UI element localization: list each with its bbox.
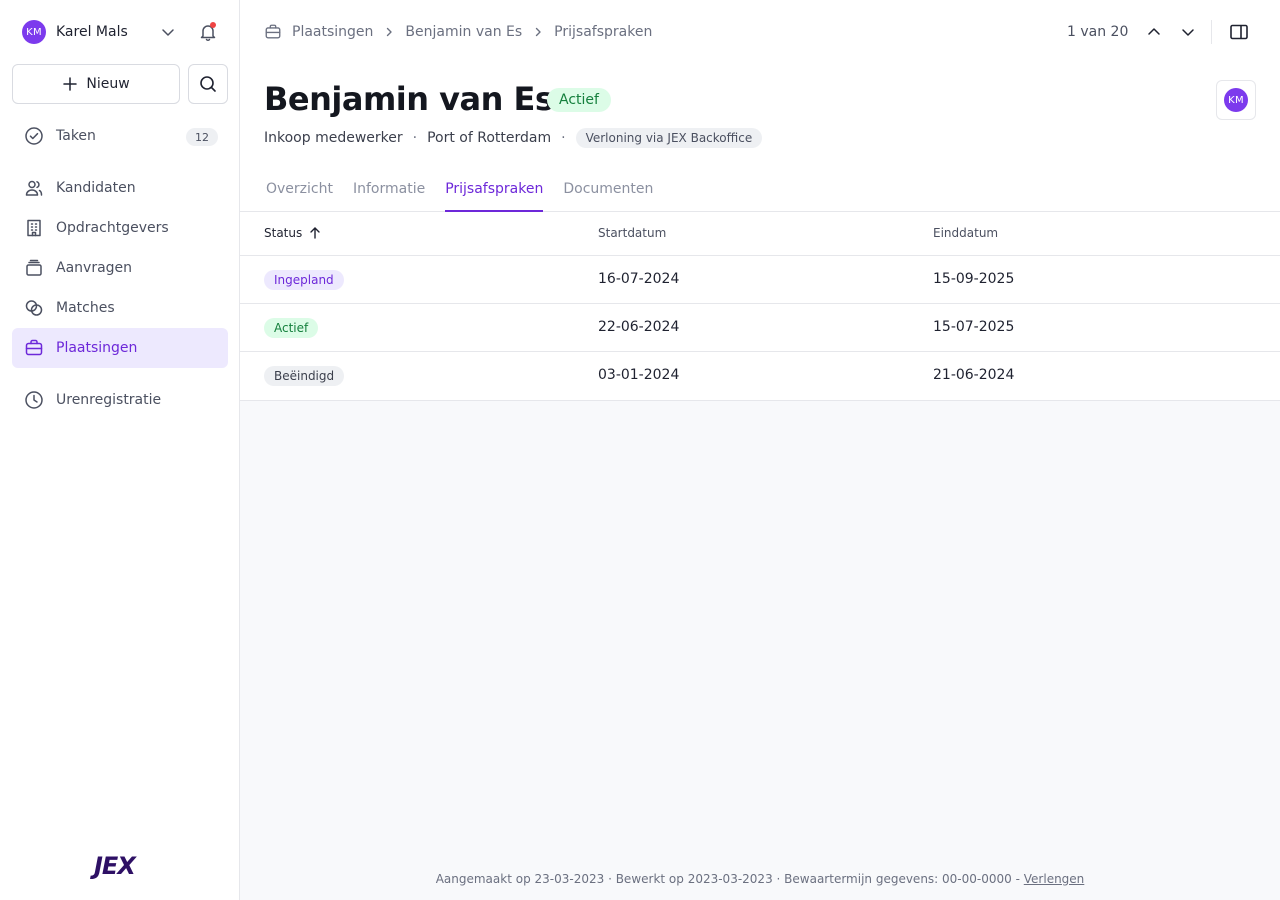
sidebar-item-label: Urenregistratie	[56, 392, 162, 408]
tab-informatie[interactable]: Informatie	[353, 172, 425, 212]
main-content: Plaatsingen Benjamin van Es Prijsafsprak…	[240, 0, 1280, 900]
column-header-status[interactable]: Status	[264, 226, 322, 240]
avatar: KM	[1224, 88, 1248, 112]
user-menu[interactable]: KM Karel Mals	[22, 20, 228, 44]
dot-separator: ·	[608, 872, 616, 886]
side-panel-icon[interactable]	[1229, 22, 1249, 42]
table-header: Status Startdatum Einddatum	[240, 212, 1280, 256]
inbox-stack-icon	[26, 259, 42, 276]
extend-link[interactable]: Verlengen	[1024, 872, 1085, 886]
status-badge: Actief	[264, 318, 319, 338]
record-subline: Inkoop medewerker · Port of Rotterdam · …	[264, 128, 763, 148]
tab-bar: Overzicht Informatie Prijsafspraken Docu…	[266, 172, 673, 212]
column-header-startdatum[interactable]: Startdatum	[598, 226, 666, 240]
column-header-einddatum[interactable]: Einddatum	[933, 226, 998, 240]
status-badge: Actief	[547, 88, 611, 112]
record-header: Plaatsingen Benjamin van Es Prijsafsprak…	[240, 0, 1280, 212]
record-footer: Aangemaakt op 23-03-2023 · Bewerkt op 20…	[240, 872, 1280, 886]
retention-text: Bewaartermijn gegevens: 00-00-0000	[784, 872, 1012, 886]
sidebar-item-label: Plaatsingen	[56, 340, 138, 356]
end-date: 15-07-2025	[933, 319, 1015, 335]
chevron-down-icon[interactable]	[160, 24, 176, 40]
breadcrumb: Plaatsingen Benjamin van Es Prijsafsprak…	[264, 22, 652, 42]
dot-separator: ·	[561, 130, 566, 146]
users-icon	[25, 180, 43, 196]
start-date: 16-07-2024	[598, 271, 680, 287]
end-date: 15-09-2025	[933, 271, 1015, 287]
avatar: KM	[22, 20, 46, 44]
owner-avatar-button[interactable]: KM	[1216, 80, 1256, 120]
page-title: Benjamin van Es	[264, 80, 554, 118]
sidebar-item-label: Kandidaten	[56, 180, 136, 196]
payroll-tag: Verloning via JEX Backoffice	[575, 128, 763, 148]
breadcrumb-current: Prijsafspraken	[554, 24, 653, 40]
start-date: 03-01-2024	[598, 367, 680, 383]
sidebar-item-plaatsingen[interactable]: Plaatsingen	[12, 328, 228, 368]
plus-icon	[63, 77, 78, 91]
chevron-down-icon[interactable]	[1180, 24, 1196, 40]
status-badge: Ingepland	[264, 270, 344, 290]
sidebar-item-matches[interactable]: Matches	[12, 288, 228, 328]
dash-separator: -	[1015, 872, 1024, 886]
sidebar-item-taken[interactable]: Taken 12	[12, 116, 228, 156]
company-text: Port of Rotterdam	[427, 130, 552, 146]
building-icon	[27, 219, 41, 237]
column-label: Status	[264, 226, 303, 240]
edited-text: Bewerkt op 2023-03-2023	[615, 872, 773, 886]
clock-icon	[25, 391, 43, 409]
status-badge: Beëindigd	[264, 366, 345, 386]
start-date: 22-06-2024	[598, 319, 680, 335]
table-row[interactable]: Beëindigd 03-01-2024 21-06-2024	[240, 352, 1280, 400]
role-text: Inkoop medewerker	[264, 130, 403, 146]
search-button[interactable]	[188, 64, 228, 104]
sidebar-item-opdrachtgevers[interactable]: Opdrachtgevers	[12, 208, 228, 248]
sidebar-item-label: Opdrachtgevers	[56, 220, 169, 236]
tab-documenten[interactable]: Documenten	[563, 172, 653, 212]
chevron-up-icon[interactable]	[1146, 24, 1162, 40]
sidebar: KM Karel Mals Nieuw Taken 12 Kandidaten …	[0, 0, 240, 900]
sidebar-item-label: Taken	[56, 128, 96, 144]
header-divider	[1211, 20, 1212, 44]
table-row[interactable]: Actief 22-06-2024 15-07-2025	[240, 304, 1280, 352]
pager-label: 1 van 20	[1067, 24, 1129, 40]
sidebar-item-label: Aanvragen	[56, 260, 133, 276]
tab-prijsafspraken[interactable]: Prijsafspraken	[445, 172, 544, 212]
dot-separator: ·	[412, 130, 418, 146]
sidebar-item-urenregistratie[interactable]: Urenregistratie	[12, 380, 228, 420]
new-button[interactable]: Nieuw	[12, 64, 180, 104]
sidebar-item-label: Matches	[56, 300, 115, 316]
table-row[interactable]: Ingepland 16-07-2024 15-09-2025	[240, 256, 1280, 304]
price-agreements-table: Status Startdatum Einddatum Ingepland 16…	[240, 212, 1280, 401]
chevron-right-icon	[387, 27, 393, 37]
notification-dot	[210, 22, 216, 28]
search-icon	[200, 76, 216, 92]
task-count-badge: 12	[186, 128, 218, 146]
tab-overzicht[interactable]: Overzicht	[266, 172, 333, 212]
end-date: 21-06-2024	[933, 367, 1015, 383]
arrow-up-icon	[310, 227, 320, 239]
created-text: Aangemaakt op 23-03-2023	[435, 872, 605, 886]
check-circle-icon	[25, 127, 43, 145]
chevron-right-icon	[535, 27, 541, 37]
breadcrumb-plaatsingen[interactable]: Plaatsingen	[292, 24, 373, 40]
briefcase-icon	[265, 24, 281, 39]
new-button-label: Nieuw	[86, 76, 130, 92]
briefcase-icon	[25, 339, 43, 356]
link-icon	[25, 300, 43, 316]
user-name: Karel Mals	[56, 24, 128, 40]
record-pager: 1 van 20	[1067, 22, 1196, 42]
sidebar-item-aanvragen[interactable]: Aanvragen	[12, 248, 228, 288]
sidebar-item-kandidaten[interactable]: Kandidaten	[12, 168, 228, 208]
breadcrumb-candidate[interactable]: Benjamin van Es	[405, 24, 522, 40]
jex-logo: JEX	[94, 852, 136, 880]
